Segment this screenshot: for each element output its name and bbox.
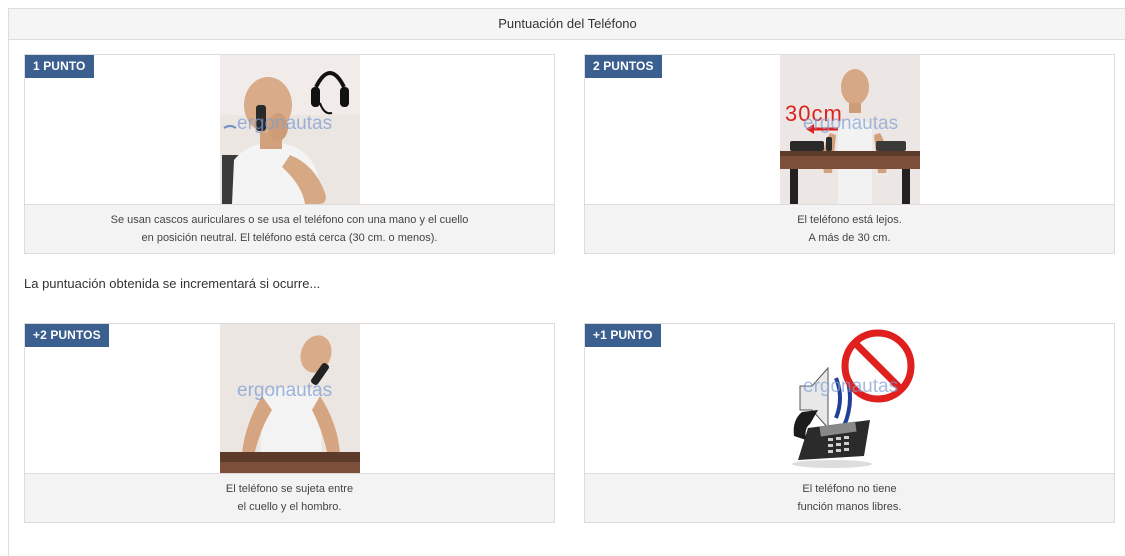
score-card-far-phone: 2 PUNTOS 30cm ergonautas El teléfono est… xyxy=(584,54,1115,254)
score-card-headset: 1 PUNTO ergonautas Se usan cascos auricu… xyxy=(24,54,555,254)
score-badge: +2 PUNTOS xyxy=(25,324,109,347)
score-card-neck-shoulder: +2 PUNTOS ergonautas El teléfono se suje… xyxy=(24,323,555,523)
watermark-logo: ergonautas xyxy=(803,113,899,134)
panel-title: Puntuación del Teléfono xyxy=(9,9,1125,40)
caption-line: en posición neutral. El teléfono está ce… xyxy=(141,232,438,244)
score-card-no-handsfree: +1 PUNTO ergonautas El teléfono no tiene xyxy=(584,323,1115,523)
caption-line: El teléfono está lejos. xyxy=(797,214,902,226)
caption-line: el cuello y el hombro. xyxy=(237,501,342,513)
caption-line: El teléfono no tiene xyxy=(802,483,897,495)
score-badge: 2 PUNTOS xyxy=(585,55,662,78)
caption-line: Se usan cascos auriculares o se usa el t… xyxy=(110,214,469,226)
watermark-logo: ergonautas xyxy=(237,113,333,134)
score-badge: 1 PUNTO xyxy=(25,55,94,78)
caption-line: A más de 30 cm. xyxy=(808,232,891,244)
caption-line: función manos libres. xyxy=(797,501,902,513)
score-caption: El teléfono está lejos. A más de 30 cm. xyxy=(585,204,1114,253)
no-handsfree-illustration xyxy=(780,324,920,473)
caption-line: El teléfono se sujeta entre xyxy=(225,483,354,495)
score-caption: El teléfono no tiene función manos libre… xyxy=(585,473,1114,522)
watermark-logo: ergonautas xyxy=(237,380,333,401)
increment-intro-text: La puntuación obtenida se incrementará s… xyxy=(24,276,321,291)
score-caption: El teléfono se sujeta entre el cuello y … xyxy=(25,473,554,522)
watermark-logo: ergonautas xyxy=(803,376,899,397)
score-badge: +1 PUNTO xyxy=(585,324,661,347)
score-caption: Se usan cascos auriculares o se usa el t… xyxy=(25,204,554,253)
